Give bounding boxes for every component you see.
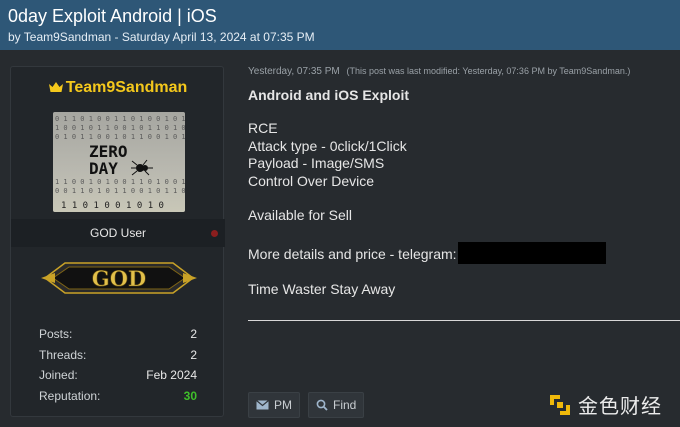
find-button-label: Find — [333, 398, 357, 412]
author-name[interactable]: Team9Sandman — [66, 79, 188, 96]
stat-value[interactable]: 2 — [190, 348, 197, 369]
post-line: Payload - Image/SMS — [248, 155, 385, 171]
post-line: Attack type - 0click/1Click — [248, 137, 407, 154]
watermark-text: 金色财经 — [578, 394, 662, 418]
thread-title: 0day Exploit Android | iOS — [8, 6, 217, 26]
thread-byline: by Team9Sandman - Saturday April 13, 202… — [8, 30, 315, 44]
stat-row-joined: Joined: Feb 2024 — [39, 368, 197, 389]
post-line: Time Waster Stay Away — [248, 280, 396, 297]
author-panel: Team9Sandman 0 1 1 0 1 0 0 1 1 0 1 0 0 1… — [10, 66, 225, 417]
stat-label: Posts: — [39, 327, 73, 341]
user-title-bar: GOD User — [11, 219, 225, 247]
post-timestamp[interactable]: Yesterday, 07:35 PM — [248, 66, 340, 77]
post-divider — [248, 320, 680, 321]
post-content: Android and iOS Exploit RCE Attack type … — [248, 86, 668, 298]
stat-value: Feb 2024 — [146, 368, 197, 382]
post-line: Control Over Device — [248, 172, 375, 189]
pm-button[interactable]: PM — [248, 392, 300, 418]
watermark: 金色财经 — [548, 390, 662, 419]
svg-text:1 0 0 1 0 1 1 0 0 1 0 1 1 0 1: 1 0 0 1 0 1 1 0 0 1 0 1 1 0 1 0 0 1 — [55, 124, 185, 132]
stat-row-threads: Threads: 2 — [39, 348, 197, 369]
post-line: More details and price - telegram: — [248, 245, 457, 262]
reputation-value[interactable]: 30 — [184, 389, 197, 410]
post-heading: Android and iOS Exploit — [248, 87, 409, 103]
avatar-image: 0 1 1 0 1 0 0 1 1 0 1 0 0 1 0 1 1 0 1 0 … — [53, 112, 185, 212]
svg-text:1 1 0 0 1 0 1 0 0 1 1 0 1 0 0: 1 1 0 0 1 0 1 0 0 1 1 0 1 0 0 1 0 1 — [55, 178, 185, 186]
search-icon — [316, 399, 328, 411]
post-line-details: More details and price - telegram: — [248, 241, 668, 264]
stat-label: Joined: — [39, 368, 78, 382]
redacted-box — [457, 241, 606, 264]
stat-label: Reputation: — [39, 388, 101, 403]
post-line: RCE — [248, 120, 278, 136]
stat-label: Threads: — [39, 347, 87, 362]
svg-text:0 1 1 0 1 0 0 1 1 0 1 0 0 1 0: 0 1 1 0 1 0 0 1 1 0 1 0 0 1 0 1 1 0 — [55, 115, 185, 123]
user-title: GOD User — [89, 226, 146, 240]
post-meta: Yesterday, 07:35 PM (This post was last … — [248, 66, 630, 77]
avatar[interactable]: 0 1 1 0 1 0 0 1 1 0 1 0 0 1 0 1 1 0 1 0 … — [53, 112, 185, 212]
thread-header: 0day Exploit Android | iOS by Team9Sandm… — [0, 0, 680, 50]
svg-text:0 1 0 1 1 0 0 1 0 1 1 0 0 1 0: 0 1 0 1 1 0 0 1 0 1 1 0 0 1 0 1 1 0 — [55, 133, 185, 141]
rank-badge: GOD — [41, 262, 197, 294]
envelope-icon — [256, 400, 269, 410]
post-line: Available for Sell — [248, 207, 353, 223]
post-modified-note: (This post was last modified: Yesterday,… — [346, 66, 631, 76]
crown-icon — [48, 82, 63, 92]
find-button[interactable]: Find — [308, 392, 365, 418]
post-buttons: PM Find — [248, 392, 365, 418]
stat-value[interactable]: 2 — [190, 327, 197, 348]
author-stats: Posts: 2 Threads: 2 Joined: Feb 2024 Rep… — [39, 327, 197, 409]
post-body: RCE Attack type - 0click/1Click Payload … — [248, 120, 668, 298]
avatar-binary: 1 1 0 1 0 0 1 0 1 0 — [61, 201, 164, 211]
logo-icon — [550, 394, 570, 415]
stat-row-reputation: Reputation: 30 — [39, 389, 197, 410]
pm-button-label: PM — [274, 398, 292, 412]
author-name-row[interactable]: Team9Sandman — [11, 79, 225, 97]
rank-badge-text: GOD — [92, 266, 146, 291]
offline-status-dot — [211, 230, 218, 237]
stat-row-posts: Posts: 2 — [39, 327, 197, 348]
svg-text:0 0 1 1 0 1 0 1 1 0 0 1 0 1 1: 0 0 1 1 0 1 0 1 1 0 0 1 0 1 1 0 1 0 — [55, 187, 185, 195]
avatar-text-day: DAY — [89, 159, 118, 178]
